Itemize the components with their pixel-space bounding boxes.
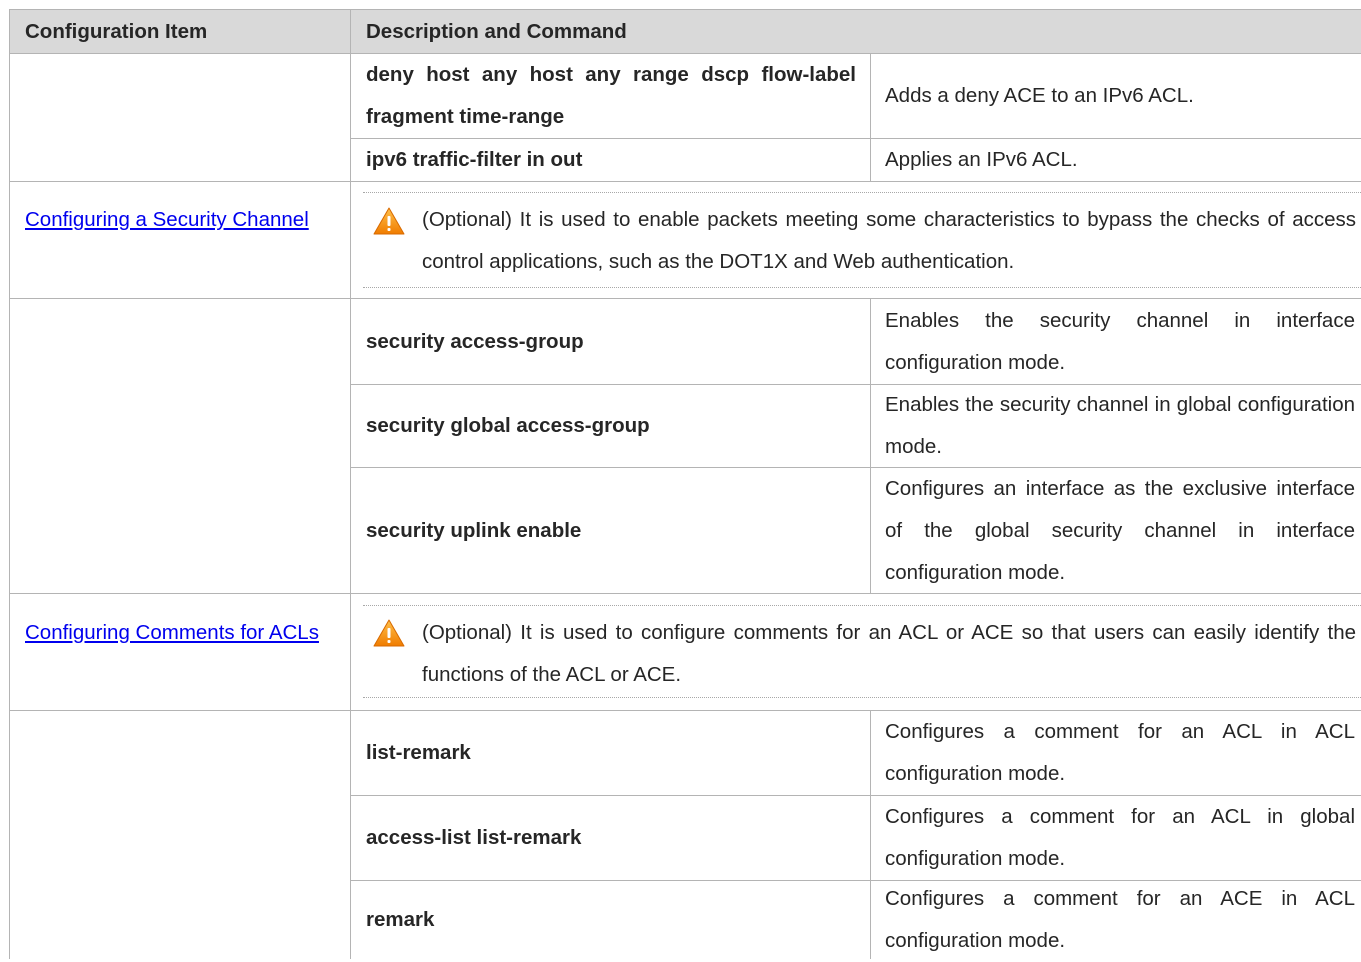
column-divider [870, 710, 871, 959]
warning-icon [373, 207, 405, 235]
description-security-access-group: Enables the security channel in interfac… [885, 308, 1355, 374]
warning-icon [373, 619, 405, 647]
note-separator [363, 287, 1361, 288]
column-divider [870, 298, 871, 594]
description-list-remark: Configures a comment for an ACL in ACL c… [885, 720, 1355, 785]
description-deny-ipv6: Adds a deny ACE to an IPv6 ACL. [885, 84, 1194, 107]
item-cell: Configuring Comments for ACLs [25, 612, 337, 696]
header-configuration-item: Configuration Item [25, 19, 208, 43]
command-remark: remark [366, 908, 435, 931]
link-configuring-comments-for-acls[interactable]: Configuring Comments for ACLs [25, 612, 337, 654]
row-divider [9, 181, 1361, 182]
description-security-uplink-enable: Configures an interface as the exclusive… [885, 476, 1355, 584]
command-security-uplink-enable: security uplink enable [366, 518, 582, 542]
header-description-command: Description and Command [366, 19, 627, 43]
command-deny-ipv6: deny host any host any range dscp flow-l… [366, 63, 856, 128]
column-divider [870, 53, 871, 182]
note-separator [363, 697, 1361, 698]
description-access-list-list-remark: Configures a comment for an ACL in globa… [885, 805, 1355, 870]
table-border-left [9, 9, 10, 959]
description-ipv6-traffic-filter: Applies an IPv6 ACL. [885, 148, 1078, 171]
column-divider [350, 9, 351, 959]
command-ipv6-traffic-filter: ipv6 traffic-filter in out [366, 148, 583, 171]
item-cell: Configuring a Security Channel [25, 199, 337, 283]
description-security-global-access-group: Enables the security channel in global c… [885, 393, 1355, 458]
command-list-remark: list-remark [366, 741, 471, 764]
note-comments: (Optional) It is used to configure comme… [422, 621, 1356, 686]
note-separator [363, 605, 1361, 606]
note-security-channel: (Optional) It is used to enable packets … [422, 208, 1356, 273]
note-separator [363, 192, 1361, 193]
link-configuring-security-channel[interactable]: Configuring a Security Channel [25, 199, 337, 241]
command-access-list-list-remark: access-list list-remark [366, 826, 582, 849]
description-remark: Configures a comment for an ACE in ACL c… [885, 887, 1355, 952]
command-security-global-access-group: security global access-group [366, 414, 650, 437]
table-border-top [9, 9, 1361, 10]
command-cell: deny host any host any range dscp flow-l… [366, 54, 856, 138]
command-security-access-group: security access-group [366, 329, 584, 353]
